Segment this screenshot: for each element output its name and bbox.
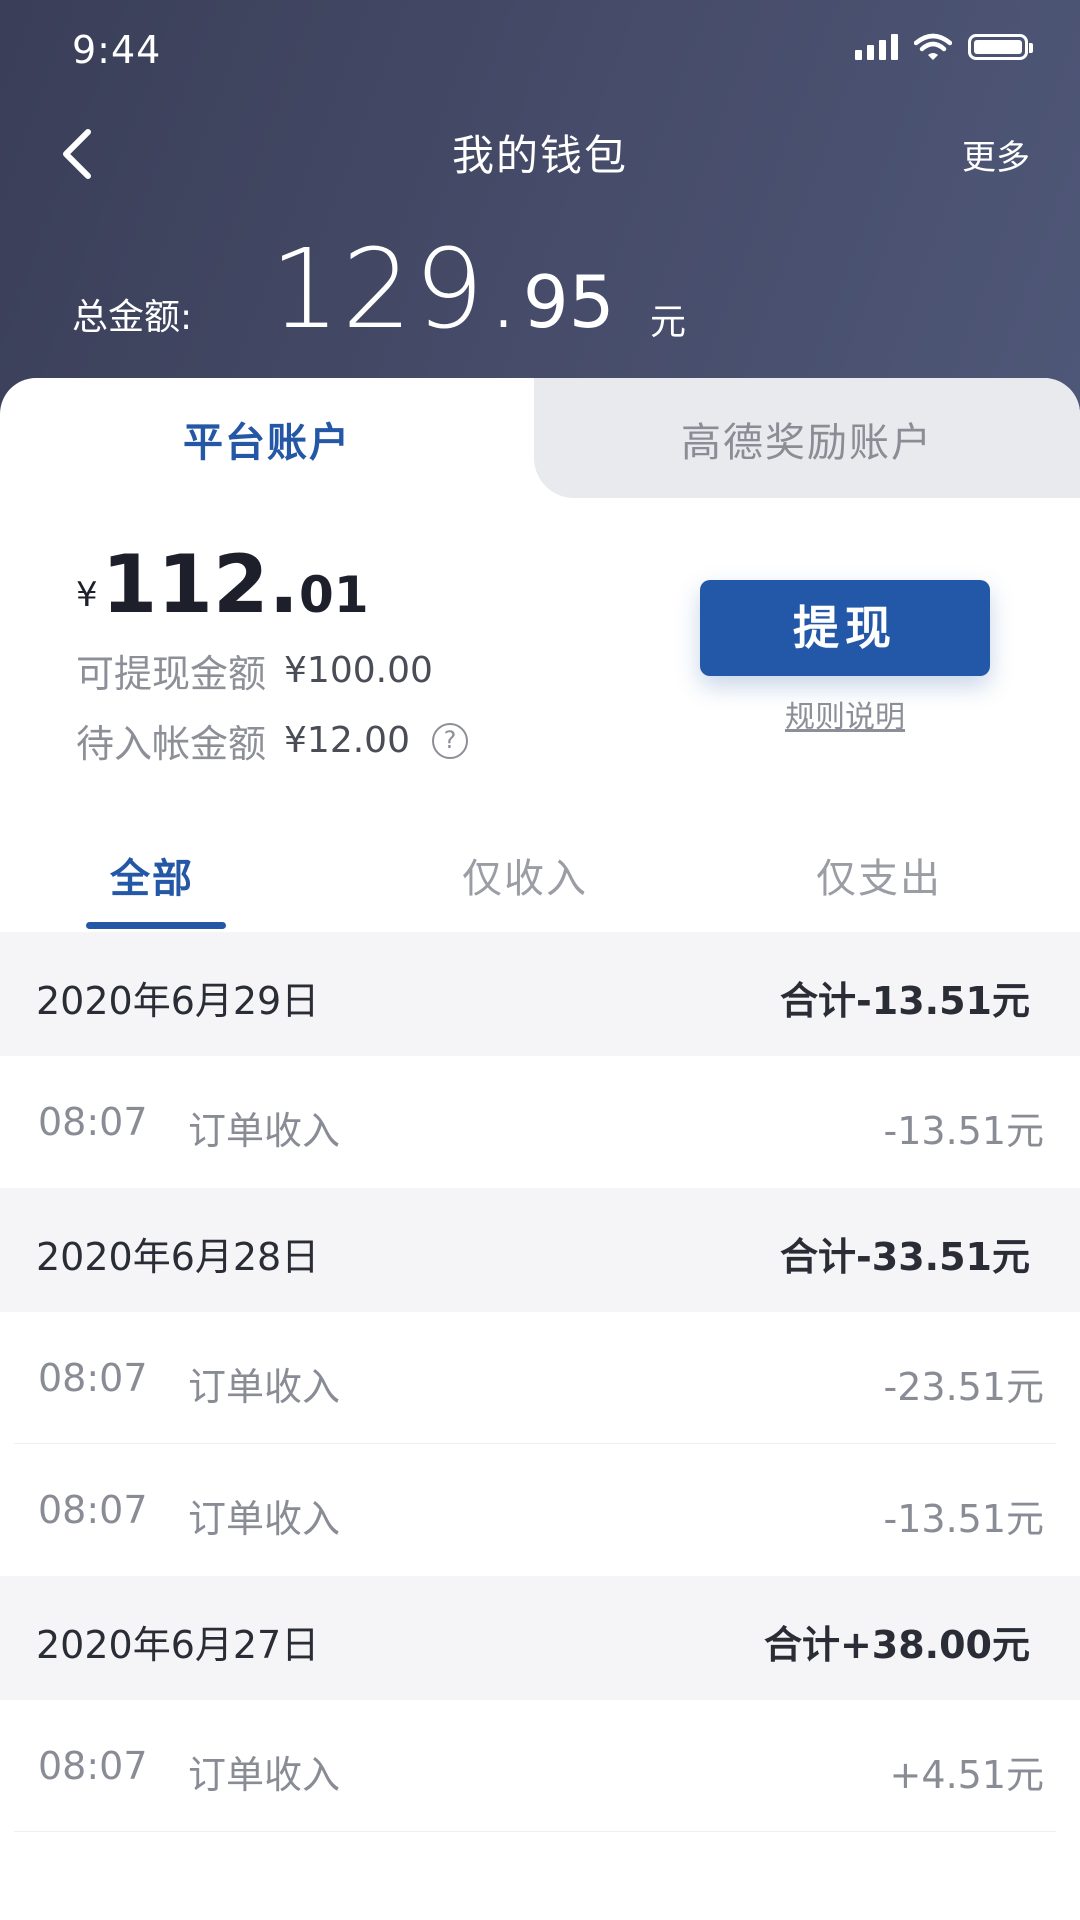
total-amount-unit: 元: [650, 302, 687, 343]
transaction-time: 08:07: [38, 1488, 148, 1532]
day-header: 2020年6月29日 合计-13.51元: [0, 932, 1080, 1056]
day-date: 2020年6月28日: [36, 1235, 320, 1279]
day-total: 合计-13.51元: [780, 979, 1030, 1023]
balance-integer: 112.: [101, 538, 300, 631]
day-date: 2020年6月27日: [36, 1623, 320, 1667]
tab-platform-account[interactable]: 平台账户: [0, 410, 534, 468]
transaction-list: 2020年6月29日 合计-13.51元 08:07 订单收入 -13.51元 …: [0, 932, 1080, 1832]
transaction-description: 订单收入: [188, 1365, 341, 1409]
day-date: 2020年6月29日: [36, 979, 320, 1023]
transaction-amount: -23.51元: [883, 1365, 1045, 1409]
wallet-screen: 9:44 我的钱包 更多 总金额: 129.95 元 平台账户 高德奖励账户 ¥…: [0, 0, 1080, 1920]
tab-gaode-reward-account[interactable]: 高德奖励账户: [534, 410, 1080, 468]
transaction-time: 08:07: [38, 1356, 148, 1400]
page-title: 我的钱包: [451, 131, 628, 180]
withdrawable-label: 可提现金额: [76, 652, 267, 696]
total-amount-integer: 129.: [270, 225, 523, 353]
transaction-row[interactable]: 08:07 订单收入 -13.51元: [0, 1056, 1080, 1188]
transaction-amount: -13.51元: [883, 1109, 1045, 1153]
filter-tab-all[interactable]: 全部: [110, 846, 194, 904]
day-header: 2020年6月28日 合计-33.51元: [0, 1188, 1080, 1312]
battery-icon: [968, 34, 1033, 60]
transaction-row[interactable]: 08:07 订单收入 -23.51元: [0, 1312, 1080, 1444]
total-amount-decimal: 95: [522, 260, 615, 344]
transaction-description: 订单收入: [188, 1109, 341, 1153]
account-balance: ¥112.01: [76, 538, 369, 631]
filter-tab-income-only[interactable]: 仅收入: [462, 846, 588, 904]
active-tab-indicator: [86, 922, 226, 929]
pending-row: 待入帐金额 ¥12.00 ?: [76, 713, 468, 768]
transaction-time: 08:07: [38, 1744, 148, 1788]
question-circle-icon[interactable]: ?: [431, 722, 468, 759]
pending-value: ¥12.00: [284, 720, 410, 761]
transaction-description: 订单收入: [188, 1497, 341, 1541]
transaction-amount: -13.51元: [883, 1497, 1045, 1541]
status-icons: [855, 30, 1033, 64]
balance-decimal: 01: [299, 566, 369, 624]
filter-tabs: 全部 仅收入 仅支出: [0, 808, 1080, 933]
withdrawable-value: ¥100.00: [284, 650, 433, 691]
more-button[interactable]: 更多: [962, 130, 1030, 179]
transaction-time: 08:07: [38, 1100, 148, 1144]
signal-icon: [855, 34, 898, 60]
transaction-row[interactable]: 08:07 订单收入 +4.51元: [0, 1700, 1080, 1832]
withdraw-button[interactable]: 提现: [700, 580, 990, 676]
rules-link[interactable]: 规则说明: [700, 692, 990, 736]
total-amount-label: 总金额:: [72, 297, 193, 338]
day-total: 合计+38.00元: [763, 1623, 1030, 1667]
pending-label: 待入帐金额: [76, 722, 267, 766]
filter-tab-expense-only[interactable]: 仅支出: [816, 846, 942, 904]
transaction-amount: +4.51元: [889, 1753, 1044, 1797]
wallet-header: 9:44 我的钱包 更多 总金额: 129.95 元: [0, 0, 1080, 420]
withdrawable-row: 可提现金额 ¥100.00: [76, 643, 433, 698]
day-header: 2020年6月27日 合计+38.00元: [0, 1576, 1080, 1700]
transaction-description: 订单收入: [188, 1753, 341, 1797]
wifi-icon: [914, 33, 952, 61]
currency-symbol: ¥: [76, 575, 98, 615]
transaction-row[interactable]: 08:07 订单收入 -13.51元: [0, 1444, 1080, 1576]
status-time: 9:44: [72, 28, 162, 72]
day-total: 合计-33.51元: [780, 1235, 1030, 1279]
total-amount-value: 129.95: [270, 234, 615, 344]
